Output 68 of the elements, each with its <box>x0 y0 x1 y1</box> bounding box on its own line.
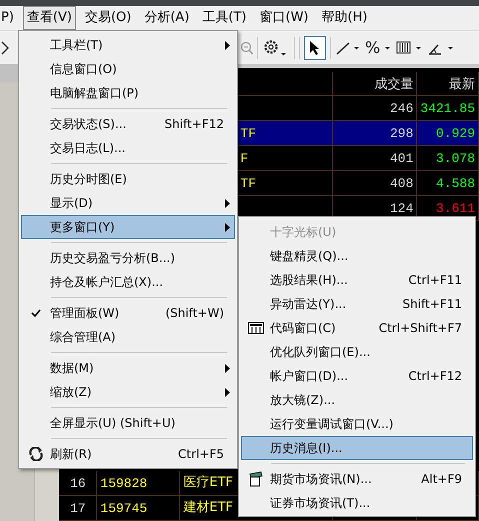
menu-item[interactable]: 异动雷达(Y)... Shift+F11 <box>241 292 473 316</box>
menu-item[interactable]: 代码窗口(C) Ctrl+Shift+F7 <box>241 316 473 340</box>
table-cell: 124 <box>390 200 414 216</box>
menu-item[interactable]: 全屏显示(U) (Shift+U) <box>21 411 235 435</box>
table-cell: 401 <box>390 150 414 166</box>
submenu-arrow-icon <box>225 198 230 208</box>
table-cell: 3421.85 <box>420 100 475 116</box>
menu-item[interactable]: 综合管理(A) <box>21 325 235 349</box>
menu-item[interactable]: 缩放(Z) <box>21 380 235 404</box>
table-cell: 246 <box>390 100 414 116</box>
submenu-arrow-icon <box>225 388 230 396</box>
menu-bar-item[interactable]: 查看(V) <box>22 6 76 30</box>
chevron-icon[interactable] <box>1 40 9 54</box>
menu-item[interactable]: 期货市场资讯(N)... Alt+F9 <box>241 467 473 491</box>
menu-bar-item[interactable]: P) <box>0 6 18 30</box>
table-icon <box>248 322 264 334</box>
menu-bar-item[interactable]: 工具(T) <box>198 6 250 30</box>
menu-bar-item[interactable]: 分析(A) <box>140 6 194 30</box>
submenu-arrow-icon <box>225 40 230 50</box>
menu-item[interactable]: 持仓及帐户汇总(X)... <box>21 270 235 294</box>
menu-item[interactable]: 运行变量调试窗口(V...) <box>241 412 473 436</box>
menu-item[interactable]: 管理面板(W) (Shift+W) <box>21 301 235 325</box>
refresh-icon <box>28 447 44 461</box>
menu-item[interactable]: 电脑解盘窗口(P) <box>21 81 235 105</box>
table-cell: 159745 <box>100 501 148 516</box>
menu-item[interactable]: 工具栏(T) <box>21 33 235 57</box>
menu-bar-item[interactable]: 交易(O) <box>80 6 136 30</box>
column-header[interactable]: 成交量 <box>333 72 418 96</box>
menu-item[interactable]: 刷新(R) Ctrl+F5 <box>21 442 235 466</box>
table-cell: 159828 <box>100 476 148 491</box>
table-cell: TF <box>240 176 256 190</box>
menu-item[interactable]: 信息窗口(O) <box>21 57 235 81</box>
line-tool-icon[interactable] <box>335 40 361 56</box>
menu-item[interactable]: 数据(M) <box>21 356 235 380</box>
table-cell: 0.929 <box>436 126 475 140</box>
checkmark-icon <box>31 309 41 317</box>
table-cell: F <box>240 150 248 166</box>
menu-item[interactable]: 键盘精灵(Q)... <box>241 244 473 268</box>
column-header[interactable]: 最新 <box>417 72 479 96</box>
menu-item[interactable]: 历史交易盈亏分析(B...) <box>21 246 235 270</box>
table-cell: 16 <box>70 476 86 491</box>
table-cell: 3.078 <box>436 150 475 166</box>
submenu-arrow-icon <box>225 364 230 372</box>
menu-item[interactable]: 证券市场资讯(T)... <box>241 491 473 515</box>
menu-item[interactable]: 更多窗口(Y) <box>21 215 235 239</box>
table-cell: 3.611 <box>436 200 475 216</box>
table-cell: 298 <box>390 126 414 140</box>
menu-bar-item[interactable]: 窗口(W) <box>256 6 312 30</box>
menu-item[interactable]: 优化队列窗口(E)... <box>241 340 473 364</box>
submenu-arrow-icon <box>225 222 230 232</box>
menu-item[interactable]: 放大镜(Z)... <box>241 388 473 412</box>
table-cell: TF <box>240 126 256 140</box>
table-cell: 17 <box>70 501 86 516</box>
percent-button[interactable]: % <box>365 38 380 57</box>
menu-item[interactable]: 历史消息(I)... <box>241 436 473 460</box>
menu-item[interactable]: 显示(D) <box>21 191 235 215</box>
cursor-icon <box>309 40 321 56</box>
menu-bar-item[interactable]: 帮助(H) <box>318 6 372 30</box>
table-cell-text: 医疗ETF <box>183 474 234 491</box>
menu-item[interactable]: 选股结果(H)... Ctrl+F11 <box>241 268 473 292</box>
table-cell: 408 <box>390 176 414 190</box>
menu-item[interactable]: 历史分时图(E) <box>21 167 235 191</box>
zoom-out-icon[interactable] <box>241 40 253 56</box>
table-cell-text: 建材ETF <box>183 499 234 516</box>
menu-item[interactable]: 帐户窗口(D)... Ctrl+F12 <box>241 364 473 388</box>
table-cell: 4.588 <box>436 176 475 190</box>
notepad-icon <box>249 471 263 487</box>
cursor-button[interactable] <box>304 36 326 60</box>
